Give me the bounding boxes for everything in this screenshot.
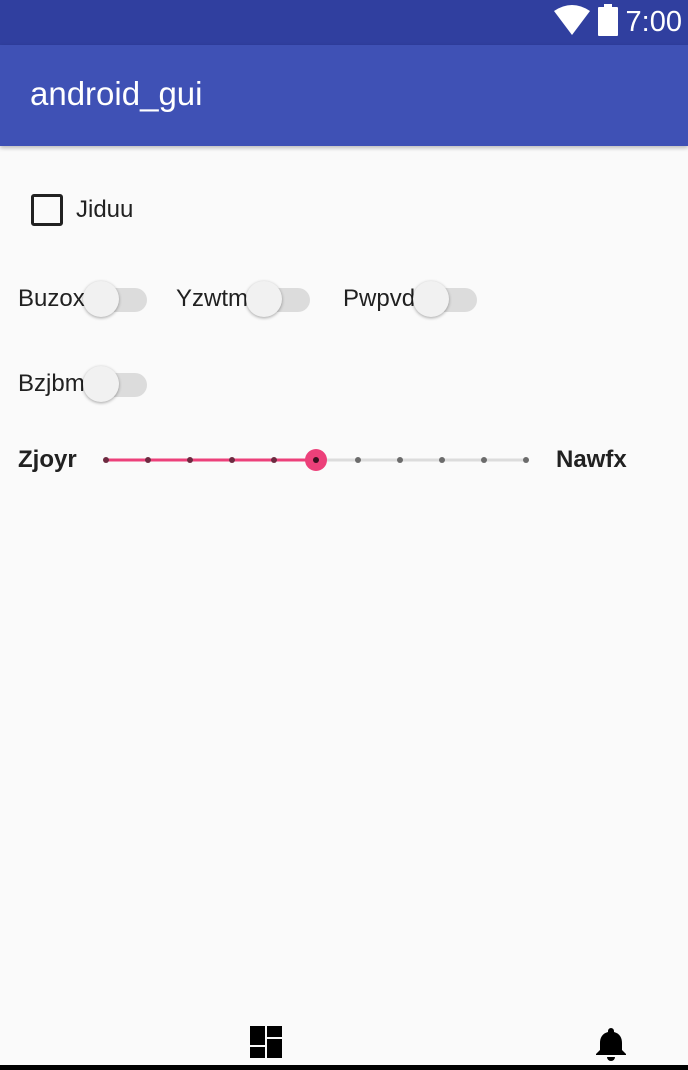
notifications-icon[interactable] bbox=[594, 1026, 634, 1062]
switch-label: Bzjbm bbox=[18, 370, 85, 397]
switch-label: Yzwtm bbox=[176, 285, 248, 312]
discrete-slider[interactable] bbox=[96, 440, 536, 480]
bottom-navigation bbox=[0, 1016, 688, 1066]
switch-label: Pwpvd bbox=[343, 285, 416, 312]
switch-buzox[interactable]: Buzox bbox=[18, 279, 147, 319]
wifi-icon bbox=[553, 5, 590, 40]
status-time: 7:00 bbox=[625, 6, 682, 38]
slider-tick bbox=[145, 457, 151, 463]
slider-tick bbox=[439, 457, 445, 463]
switch-toggle[interactable] bbox=[413, 279, 478, 319]
app-title: android_gui bbox=[30, 75, 203, 112]
slider-thumb-tick bbox=[313, 457, 319, 463]
slider-tick bbox=[481, 457, 487, 463]
slider-tick bbox=[523, 457, 529, 463]
status-icons: 7:00 bbox=[553, 0, 682, 45]
status-bar: 7:00 bbox=[0, 0, 688, 45]
switch-toggle[interactable] bbox=[82, 279, 147, 319]
checkbox-label: Jiduu bbox=[76, 196, 134, 223]
switch-toggle[interactable] bbox=[246, 279, 310, 319]
switch-thumb bbox=[82, 281, 119, 317]
slider-tick bbox=[397, 457, 403, 463]
slider-tick bbox=[103, 457, 109, 463]
switch-label: Buzox bbox=[18, 285, 85, 312]
battery-icon bbox=[597, 4, 618, 41]
dashboard-icon[interactable] bbox=[248, 1026, 288, 1062]
switch-toggle[interactable] bbox=[82, 364, 147, 404]
slider-tick bbox=[355, 457, 361, 463]
switch-yzwtm[interactable]: Yzwtm bbox=[176, 279, 310, 319]
app-bar: android_gui bbox=[0, 45, 688, 146]
switch-bzjbm[interactable]: Bzjbm bbox=[18, 364, 147, 404]
switch-thumb bbox=[82, 366, 119, 402]
slider-min-label: Zjoyr bbox=[18, 446, 77, 473]
slider-tick bbox=[229, 457, 235, 463]
slider-tick bbox=[187, 457, 193, 463]
bottom-edge bbox=[0, 1065, 688, 1070]
switch-pwpvd[interactable]: Pwpvd bbox=[343, 279, 478, 319]
switch-thumb bbox=[413, 281, 450, 317]
checkbox-jiduu[interactable]: Jiduu bbox=[31, 194, 133, 226]
slider-max-label: Nawfx bbox=[556, 446, 627, 473]
slider-row: Zjoyr Nawfx bbox=[0, 440, 688, 480]
switch-thumb bbox=[246, 281, 282, 317]
checkbox-box[interactable] bbox=[31, 194, 63, 226]
slider-tick bbox=[271, 457, 277, 463]
